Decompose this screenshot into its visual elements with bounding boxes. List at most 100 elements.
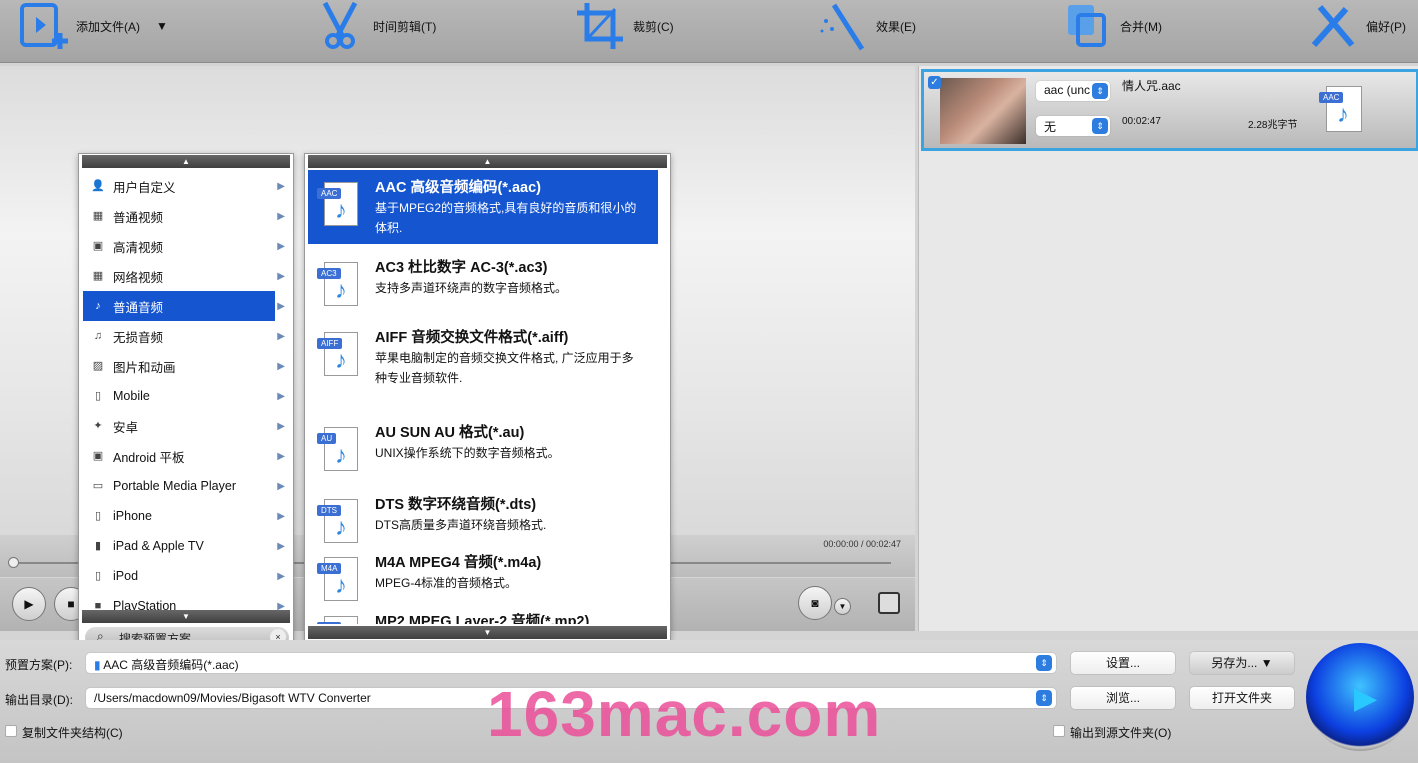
- trim-button[interactable]: 时间剪辑(T): [315, 0, 436, 52]
- category-label: 图片和动画: [113, 360, 176, 375]
- format-description: 基于MPEG2的音频格式,具有良好的音质和很小的体积.: [375, 201, 637, 235]
- add-file-icon: [20, 3, 68, 49]
- output-label: 输出目录(D):: [5, 693, 73, 707]
- format-menu: ▲ AAC ♪ AAC 高级音频编码(*.aac) 基于MPEG2的音频格式,具有良好…: [304, 153, 671, 641]
- fullscreen-button[interactable]: [878, 592, 900, 614]
- watermark: 163mac.com: [487, 678, 882, 750]
- play-icon: ▶: [1354, 682, 1378, 715]
- category-item[interactable]: ▣ 高清视频 ▶: [83, 231, 285, 261]
- snapshot-menu-button[interactable]: ▼: [834, 598, 851, 615]
- category-label: 网络视频: [113, 270, 164, 285]
- audio-file-icon: AAC ♪: [317, 182, 358, 226]
- category-item[interactable]: 👤 用户自定义 ▶: [83, 171, 285, 201]
- category-label: 用户自定义: [113, 180, 176, 195]
- format-title: AU SUN AU 格式(*.au): [375, 425, 525, 441]
- category-label: iPod: [113, 569, 139, 583]
- format-description: DTS高质量多声道环绕音频格式.: [375, 518, 547, 532]
- format-item[interactable]: AAC ♪ AAC 高级音频编码(*.aac) 基于MPEG2的音频格式,具有良好的音…: [308, 170, 658, 244]
- copy-structure-checkbox[interactable]: [5, 725, 17, 737]
- category-item[interactable]: ✦ 安卓 ▶: [83, 411, 285, 441]
- preset-file-icon: ▮: [94, 658, 104, 672]
- preset-label: 预置方案(P):: [5, 658, 73, 672]
- category-item[interactable]: ▨ 图片和动画 ▶: [83, 351, 285, 381]
- format-description: MPEG-4标准的音频格式。: [375, 576, 518, 590]
- category-item[interactable]: ▣ Android 平板 ▶: [83, 441, 285, 471]
- add-file-button[interactable]: 添加文件(A) ▼: [18, 0, 168, 52]
- category-item[interactable]: ▯ iPhone ▶: [83, 501, 285, 531]
- format-item[interactable]: DTS ♪ DTS 数字环绕音频(*.dts) DTS高质量多声道环绕音频格式.: [308, 487, 658, 545]
- category-item[interactable]: ▯ Mobile ▶: [83, 381, 285, 411]
- category-label: Mobile: [113, 389, 150, 403]
- play-icon: ▶: [24, 597, 34, 611]
- scroll-up-button[interactable]: ▲: [82, 155, 290, 168]
- seek-handle[interactable]: [8, 557, 19, 568]
- category-item[interactable]: ▦ 网络视频 ▶: [83, 261, 285, 291]
- format-title: MP2 MPEG Layer-2 音频(*.mp2): [375, 614, 590, 624]
- format-description: 支持多声道环绕声的数字音频格式。: [375, 281, 568, 295]
- format-item[interactable]: AC3 ♪ AC3 杜比数字 AC-3(*.ac3) 支持多声道环绕声的数字音频格式。: [308, 250, 658, 320]
- category-label: 普通音频: [113, 300, 164, 315]
- crop-button[interactable]: 裁剪(C): [575, 0, 674, 52]
- settings-button[interactable]: 设置...: [1071, 652, 1175, 674]
- output-to-source-label: 输出到源文件夹(O): [1070, 726, 1172, 740]
- format-title: M4A MPEG4 音频(*.m4a): [375, 555, 542, 571]
- preferences-label: 偏好(P): [1366, 19, 1406, 34]
- ipod-icon: ▯: [94, 570, 102, 582]
- iphone-icon: ▯: [94, 510, 102, 522]
- crop-icon: [577, 3, 623, 49]
- chevron-right-icon: ▶: [277, 540, 285, 552]
- save-as-button[interactable]: 另存为... ▼: [1190, 652, 1294, 674]
- stepper-icon: ⇕: [1036, 655, 1052, 671]
- chevron-right-icon: ▶: [277, 180, 285, 192]
- format-item[interactable]: AU ♪ AU SUN AU 格式(*.au) UNIX操作系统下的数字音频格式。: [308, 415, 658, 488]
- music-note-icon: ♪: [95, 300, 101, 312]
- preset-value: AAC 高级音频编码(*.aac): [103, 658, 239, 672]
- audio-file-icon: DTS ♪: [317, 499, 358, 543]
- merge-icon: [1068, 5, 1106, 47]
- audio-track-select[interactable]: aac (unc ⇕: [1036, 81, 1110, 101]
- category-item[interactable]: ♫ 无损音频 ▶: [83, 321, 285, 351]
- open-folder-button[interactable]: 打开文件夹: [1190, 687, 1294, 709]
- format-item[interactable]: M4A ♪ M4A MPEG4 音频(*.m4a) MPEG-4标准的音频格式。: [308, 545, 658, 603]
- format-title: AC3 杜比数字 AC-3(*.ac3): [375, 260, 548, 276]
- chevron-down-icon: ▼: [1260, 656, 1273, 670]
- preferences-button[interactable]: 偏好(P): [1308, 0, 1406, 52]
- browse-button[interactable]: 浏览...: [1071, 687, 1175, 709]
- chevron-right-icon: ▶: [277, 510, 285, 522]
- category-item[interactable]: ▦ 普通视频 ▶: [83, 201, 285, 231]
- toolbar: 添加文件(A) ▼ 时间剪辑(T) 裁剪(C) 效果(E) 合并(M) 偏好(P…: [0, 0, 1418, 63]
- chevron-right-icon: ▶: [277, 570, 285, 582]
- category-label: 安卓: [113, 420, 139, 435]
- category-item[interactable]: ♪ 普通音频 ▶: [83, 291, 285, 321]
- file-list-panel: ✓ aac (unc ⇕ 无 ⇕ 情人咒.aac 00:02:47 2.28兆字节 …: [918, 66, 1418, 631]
- category-label: iPad & Apple TV: [113, 539, 204, 553]
- convert-button[interactable]: ▶: [1306, 643, 1414, 751]
- format-tag: AU: [317, 433, 337, 444]
- chevron-down-icon[interactable]: ▼: [156, 19, 168, 33]
- chevron-right-icon: ▶: [277, 480, 285, 492]
- subtitle-select[interactable]: 无 ⇕: [1036, 116, 1110, 136]
- format-item[interactable]: AIFF ♪ AIFF 音频交换文件格式(*.aiff) 苹果电脑制定的音频交换文件格…: [308, 320, 658, 415]
- effect-button[interactable]: 效果(E): [818, 0, 916, 52]
- audio-file-icon: M4A ♪: [317, 557, 358, 601]
- preset-select[interactable]: ▮ AAC 高级音频编码(*.aac) ⇕: [86, 653, 1056, 673]
- snapshot-button[interactable]: ◙: [798, 586, 832, 620]
- audio-file-icon: AC3 ♪: [317, 262, 358, 306]
- play-button[interactable]: ▶: [12, 587, 46, 621]
- format-item[interactable]: MP2♪ MP2 MPEG Layer-2 音频(*.mp2): [308, 604, 658, 624]
- file-item[interactable]: ✓ aac (unc ⇕ 无 ⇕ 情人咒.aac 00:02:47 2.28兆字节 …: [921, 69, 1418, 151]
- output-to-source-checkbox[interactable]: [1053, 725, 1065, 737]
- scroll-down-button[interactable]: ▼: [82, 610, 290, 623]
- merge-button[interactable]: 合并(M): [1062, 0, 1162, 52]
- file-name: 情人咒.aac: [1122, 79, 1181, 93]
- output-value: /Users/macdown09/Movies/Bigasoft WTV Con…: [94, 691, 371, 705]
- category-item[interactable]: ▯ iPod ▶: [83, 561, 285, 591]
- picture-icon: ▨: [92, 360, 104, 372]
- copy-structure-label: 复制文件夹结构(C): [22, 726, 123, 740]
- aac-file-icon: AAC ♪: [1319, 86, 1362, 132]
- scroll-down-button[interactable]: ▼: [308, 626, 667, 639]
- file-checkbox[interactable]: ✓: [928, 76, 941, 89]
- category-item[interactable]: ▮ iPad & Apple TV ▶: [83, 531, 285, 561]
- category-item[interactable]: ▭ Portable Media Player ▶: [83, 471, 285, 501]
- category-label: Portable Media Player: [113, 479, 236, 493]
